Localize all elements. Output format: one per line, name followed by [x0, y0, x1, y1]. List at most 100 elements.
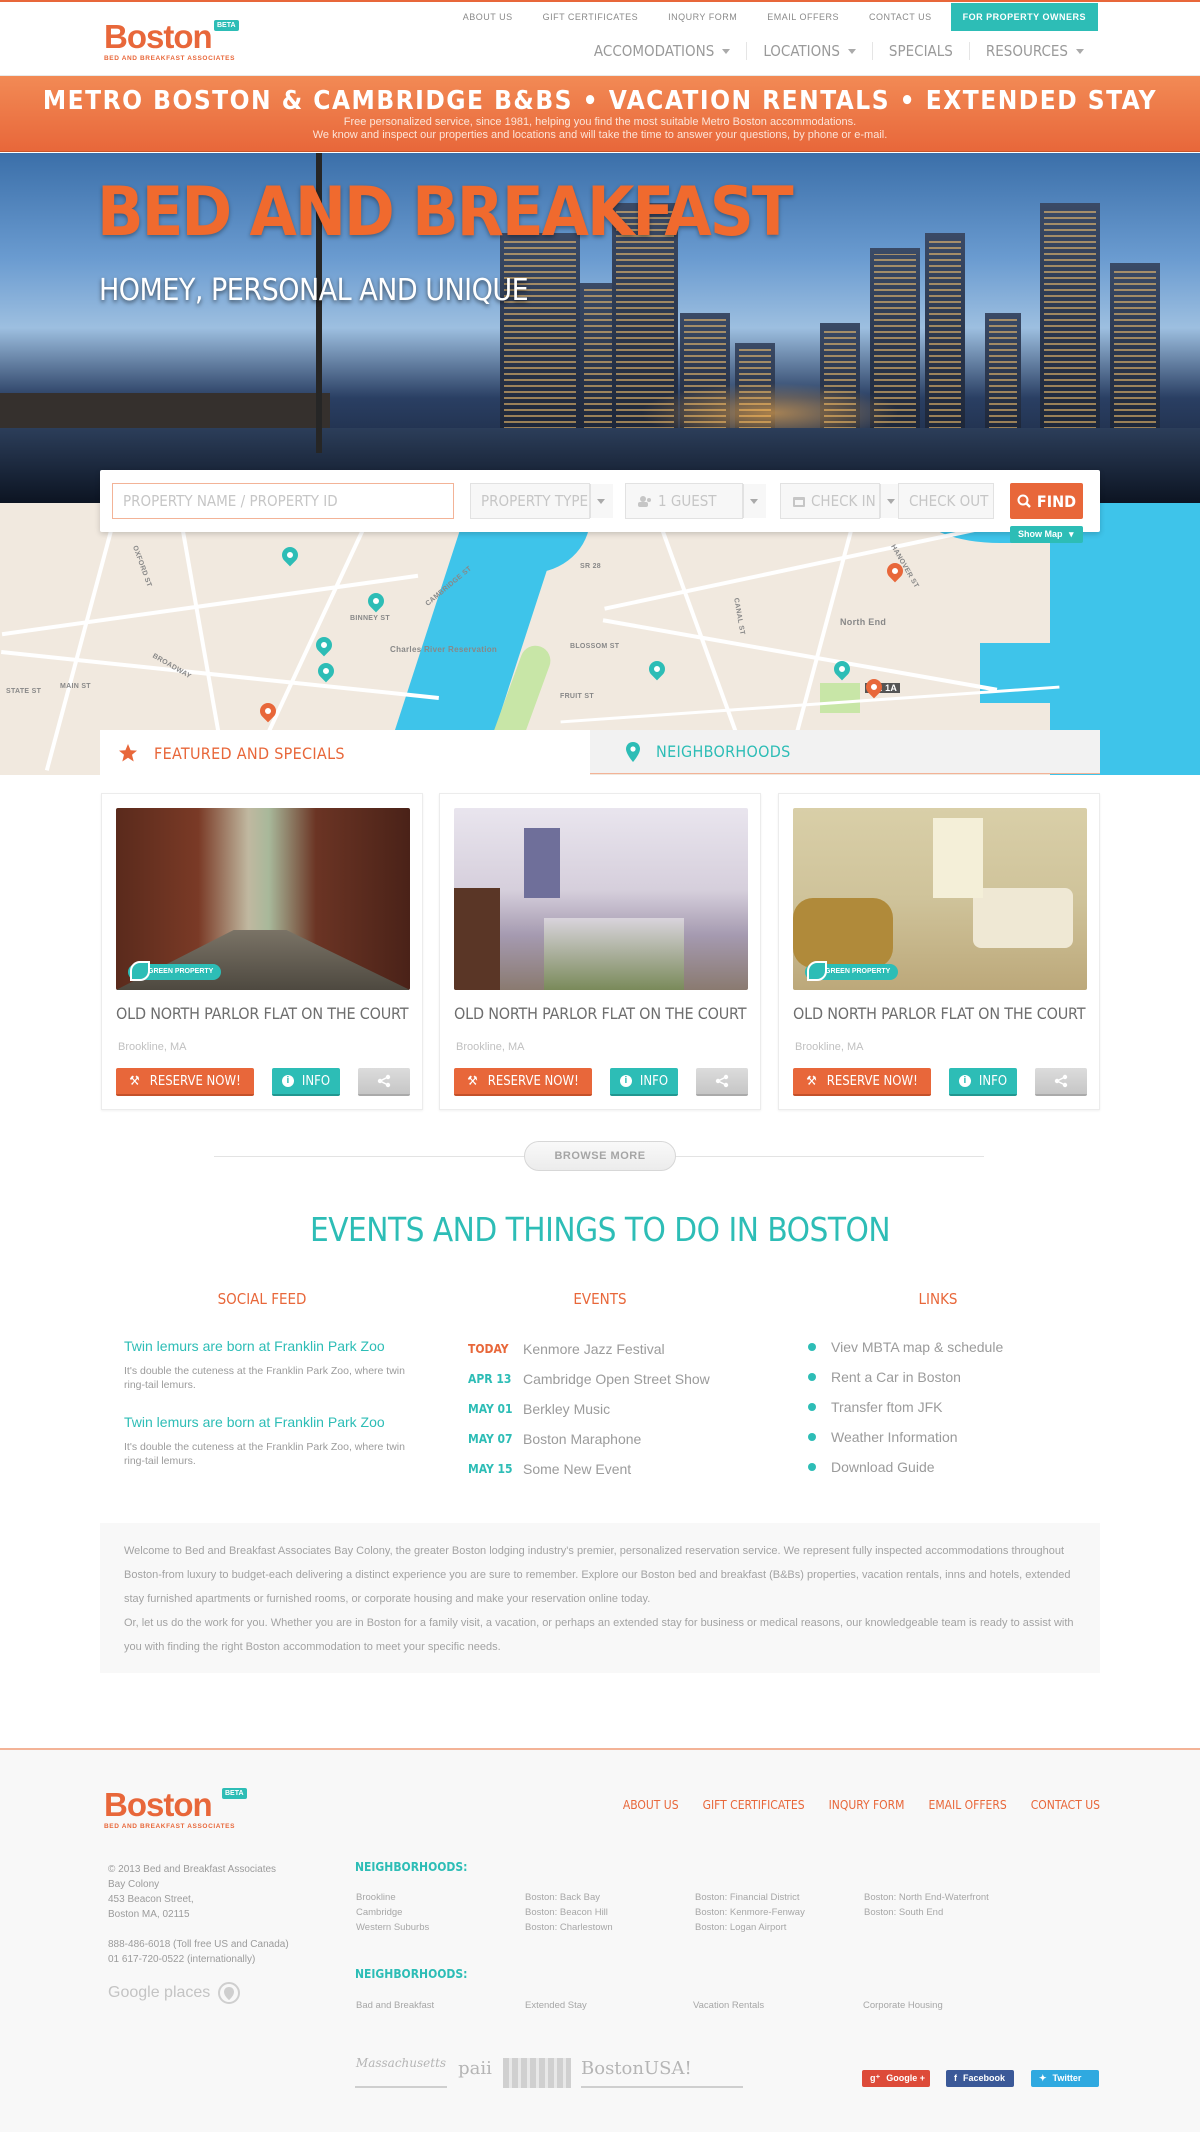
property-title[interactable]: OLD NORTH PARLOR FLAT ON THE COURT: [454, 1004, 746, 1023]
event-item[interactable]: TODAY Kenmore Jazz Festival: [468, 1339, 768, 1359]
nav-specials[interactable]: SPECIALS: [871, 42, 969, 60]
event-date: MAY 01: [468, 1402, 513, 1416]
map-pin[interactable]: [645, 657, 669, 681]
share-button[interactable]: [358, 1068, 410, 1096]
property-type-select[interactable]: PROPERTY TYPE: [470, 483, 613, 519]
map-label: FRUIT ST: [560, 693, 594, 700]
find-button[interactable]: FIND: [1010, 483, 1083, 519]
top-link-gift[interactable]: GIFT CERTIFICATES: [528, 12, 654, 22]
share-button[interactable]: [1035, 1068, 1087, 1096]
reserve-now-button[interactable]: ⚒ RESERVE NOW!: [454, 1068, 592, 1096]
reserve-now-button[interactable]: ⚒ RESERVE NOW!: [116, 1068, 254, 1096]
link-item[interactable]: Rent a Car in Boston: [808, 1369, 1108, 1385]
bostonusa-logo[interactable]: BostonUSA!: [581, 2058, 743, 2088]
link-item[interactable]: Download Guide: [808, 1459, 1108, 1475]
event-item[interactable]: MAY 07 Boston Maraphone: [468, 1429, 768, 1449]
tab-featured[interactable]: FEATURED AND SPECIALS: [100, 730, 590, 776]
skyline-logo[interactable]: [503, 2058, 571, 2088]
nav-locations[interactable]: LOCATIONS: [746, 42, 872, 60]
map-pin[interactable]: [312, 633, 336, 657]
neighborhood-link[interactable]: Boston: Kenmore-Fenway: [695, 1905, 805, 1920]
nav-accomodations[interactable]: ACCOMODATIONS: [578, 42, 746, 60]
map-pin[interactable]: [364, 589, 388, 613]
top-link-contact[interactable]: CONTACT US: [854, 12, 947, 22]
link-item[interactable]: Transfer ftom JFK: [808, 1399, 1108, 1415]
property-photo[interactable]: GREEN PROPERTY: [116, 808, 410, 990]
reserve-now-button[interactable]: ⚒ RESERVE NOW!: [793, 1068, 931, 1096]
check-in-field[interactable]: CHECK IN: [780, 483, 903, 519]
share-button[interactable]: [696, 1068, 748, 1096]
neighborhood-link[interactable]: Western Suburbs: [356, 1920, 429, 1935]
neighborhood-link[interactable]: Boston: North End-Waterfront: [864, 1890, 989, 1905]
property-location: Brookline, MA: [118, 1041, 187, 1053]
browse-more-button[interactable]: BROWSE MORE: [524, 1141, 676, 1171]
neighborhoods-heading: NEIGHBORHOODS:: [355, 1860, 468, 1874]
property-title[interactable]: OLD NORTH PARLOR FLAT ON THE COURT: [116, 1004, 408, 1023]
feed-item-title[interactable]: Twin lemurs are born at Franklin Park Zo…: [124, 1414, 424, 1430]
show-map-button[interactable]: Show Map ▾: [1010, 526, 1083, 543]
type-link[interactable]: Vacation Rentals: [693, 1998, 764, 2013]
map-label: MAIN ST: [60, 683, 91, 690]
type-link[interactable]: Corporate Housing: [863, 1998, 943, 2013]
property-photo[interactable]: [454, 808, 748, 990]
info-button[interactable]: i INFO: [610, 1068, 678, 1096]
chevron-down-icon: ▾: [1069, 529, 1074, 539]
link-item[interactable]: Viev MBTA map & schedule: [808, 1339, 1108, 1355]
event-item[interactable]: MAY 15 Some New Event: [468, 1459, 768, 1479]
info-button[interactable]: i INFO: [949, 1068, 1017, 1096]
footer-link-contact[interactable]: CONTACT US: [1031, 1798, 1100, 1812]
guest-select[interactable]: 1 GUEST: [625, 483, 766, 519]
property-search-input[interactable]: PROPERTY NAME / PROPERTY ID: [112, 483, 454, 519]
beta-badge: BETA: [214, 20, 239, 31]
paii-logo[interactable]: paii: [457, 2058, 493, 2088]
neighborhood-column: Boston: Back Bay Boston: Beacon Hill Bos…: [525, 1890, 613, 1935]
facebook-button[interactable]: f Facebook: [946, 2070, 1014, 2087]
map-pin[interactable]: [862, 675, 886, 699]
facebook-icon: f: [954, 2073, 957, 2083]
top-link-inquiry[interactable]: INQURY FORM: [653, 12, 752, 22]
property-owners-button[interactable]: FOR PROPERTY OWNERS: [950, 3, 1098, 31]
footer-link-about[interactable]: ABOUT US: [623, 1798, 679, 1812]
footer-link-inquiry[interactable]: INQURY FORM: [829, 1798, 905, 1812]
google-places-logo[interactable]: Google places: [108, 1982, 241, 2004]
top-link-email[interactable]: EMAIL OFFERS: [752, 12, 854, 22]
neighborhood-link[interactable]: Cambridge: [356, 1905, 429, 1920]
tab-neighborhoods[interactable]: NEIGHBORHOODS: [590, 730, 1100, 774]
google-plus-button[interactable]: g⁺ Google +: [862, 2070, 930, 2087]
footer-logo[interactable]: Boston BETA BED AND BREAKFAST ASSOCIATES: [104, 1788, 247, 1830]
neighborhood-link[interactable]: Boston: Logan Airport: [695, 1920, 805, 1935]
twitter-button[interactable]: ✦ Twitter: [1031, 2070, 1099, 2087]
address-line: Bay Colony: [108, 1879, 160, 1890]
link-label: Weather Information: [831, 1429, 958, 1445]
feed-item-title[interactable]: Twin lemurs are born at Franklin Park Zo…: [124, 1338, 424, 1354]
type-link[interactable]: Extended Stay: [525, 1998, 587, 2013]
footer-link-gift[interactable]: GIFT CERTIFICATES: [703, 1798, 805, 1812]
bullet-icon: [808, 1433, 816, 1441]
link-label: Download Guide: [831, 1459, 935, 1475]
neighborhood-link[interactable]: Boston: South End: [864, 1905, 989, 1920]
footer-address: © 2013 Bed and Breakfast Associates Bay …: [108, 1862, 289, 1967]
property-photo[interactable]: GREEN PROPERTY: [793, 808, 1087, 990]
nav-resources[interactable]: RESOURCES: [968, 42, 1100, 60]
neighborhood-link[interactable]: Boston: Charlestown: [525, 1920, 613, 1935]
map-pin[interactable]: [314, 659, 338, 683]
link-item[interactable]: Weather Information: [808, 1429, 1108, 1445]
event-name: Berkley Music: [523, 1401, 611, 1417]
event-item[interactable]: MAY 01 Berkley Music: [468, 1399, 768, 1419]
neighborhood-link[interactable]: Boston: Back Bay: [525, 1890, 613, 1905]
neighborhood-link[interactable]: Brookline: [356, 1890, 429, 1905]
info-icon: i: [619, 1075, 632, 1087]
neighborhood-link[interactable]: Boston: Financial District: [695, 1890, 805, 1905]
site-logo[interactable]: Boston BETA BED AND BREAKFAST ASSOCIATES: [104, 20, 239, 62]
event-item[interactable]: APR 13 Cambridge Open Street Show: [468, 1369, 768, 1389]
chevron-down-icon: [847, 48, 856, 54]
check-out-field[interactable]: CHECK OUT: [898, 483, 994, 519]
info-button[interactable]: i INFO: [272, 1068, 340, 1096]
map-pin[interactable]: [278, 543, 302, 567]
footer-link-email[interactable]: EMAIL OFFERS: [929, 1798, 1007, 1812]
neighborhood-link[interactable]: Boston: Beacon Hill: [525, 1905, 613, 1920]
property-title[interactable]: OLD NORTH PARLOR FLAT ON THE COURT: [793, 1004, 1085, 1023]
top-link-about[interactable]: ABOUT US: [448, 12, 528, 22]
massachusetts-logo[interactable]: Massachusetts: [355, 2054, 447, 2088]
type-link[interactable]: Bad and Breakfast: [356, 1998, 434, 2013]
